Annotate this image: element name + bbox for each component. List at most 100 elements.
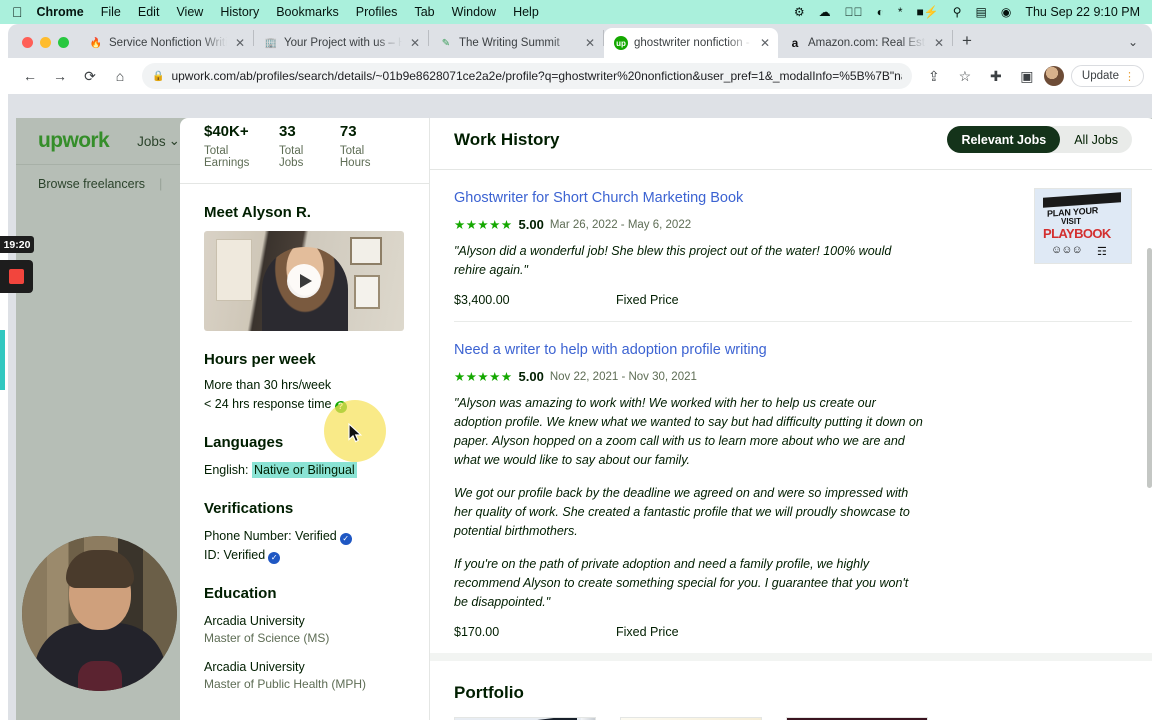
extensions-puzzle-icon[interactable]: ✚: [982, 62, 1010, 90]
menubar-item-file[interactable]: File: [101, 5, 121, 19]
thumb-people-icon: ☺☺☺: [1051, 244, 1083, 256]
job-money-row: $3,400.00 Fixed Price: [454, 293, 1132, 307]
stat-label: Total Earnings: [204, 145, 250, 169]
side-panel-icon[interactable]: ▣: [1013, 62, 1041, 90]
tab-strip: 🔥 Service Nonfiction Writing – Th ✕ 🏢 Yo…: [8, 24, 1152, 58]
menubar-item-bookmarks[interactable]: Bookmarks: [276, 5, 339, 19]
language-row: English: Native or Bilingual: [204, 461, 405, 480]
play-circle-icon[interactable]: ▶⃝: [845, 6, 863, 18]
hours-per-week-heading: Hours per week: [204, 351, 316, 368]
education-item: Arcadia University Master of Public Heal…: [204, 658, 405, 693]
verification-label: ID:: [204, 548, 220, 562]
kebab-menu-icon[interactable]: ⋮: [1124, 70, 1136, 83]
tab-title: ghostwriter nonfiction - Upwor: [634, 37, 752, 49]
menubar-item-history[interactable]: History: [220, 5, 259, 19]
browser-tab-2[interactable]: 🏢 Your Project with us – HotGho ✕: [254, 28, 428, 58]
stat-value: $40K+: [204, 123, 249, 140]
thumb-line-3: PLAYBOOK: [1043, 226, 1111, 241]
browser-tab-4-active[interactable]: up ghostwriter nonfiction - Upwor ✕: [604, 28, 778, 58]
verification-label: Phone Number:: [204, 529, 292, 543]
new-tab-button[interactable]: +: [953, 31, 981, 58]
education-school: Arcadia University: [204, 614, 305, 628]
tab-title: Service Nonfiction Writing – Th: [109, 37, 227, 49]
meet-freelancer-heading: Meet Alyson R.: [204, 204, 311, 221]
maximize-window-button[interactable]: [58, 37, 69, 48]
verified-check-icon: ✓: [268, 551, 281, 564]
menubar-item-edit[interactable]: Edit: [138, 5, 160, 19]
education-school: Arcadia University: [204, 660, 305, 674]
stat-label: Total Jobs: [279, 145, 304, 169]
work-history-title: Work History: [454, 129, 560, 149]
star-rating-icon: ★★★★★: [454, 218, 513, 232]
wifi-icon[interactable]: ◐: [877, 6, 884, 18]
home-button[interactable]: ⌂: [106, 62, 134, 90]
menubar-item-profiles[interactable]: Profiles: [356, 5, 398, 19]
tab-search-chevron-icon[interactable]: ⌄: [1128, 35, 1152, 58]
menubar-item-help[interactable]: Help: [513, 5, 539, 19]
flame-icon: 🔥: [89, 37, 103, 49]
job-dates: Mar 26, 2022 - May 6, 2022: [549, 218, 692, 231]
macos-menubar:  Chrome File Edit View History Bookmark…: [0, 0, 1152, 24]
apple-logo-icon[interactable]: : [12, 5, 23, 19]
stat-value: 33: [279, 123, 296, 140]
window-controls[interactable]: [16, 37, 79, 58]
menubar-item-view[interactable]: View: [176, 5, 203, 19]
cloud-icon[interactable]: ☁: [819, 6, 831, 18]
jobs-filter-toggle[interactable]: Relevant Jobs All Jobs: [947, 126, 1132, 153]
stop-recording-button[interactable]: [0, 260, 33, 293]
close-tab-icon[interactable]: ✕: [233, 36, 247, 50]
close-tab-icon[interactable]: ✕: [932, 36, 946, 50]
reload-button[interactable]: ⟳: [76, 62, 104, 90]
menubar-clock[interactable]: Thu Sep 22 9:10 PM: [1025, 5, 1140, 19]
tab-title: The Writing Summit: [459, 37, 560, 49]
profile-avatar[interactable]: [1043, 66, 1064, 86]
job-title-link[interactable]: Ghostwriter for Short Church Marketing B…: [454, 188, 1132, 208]
education-item: Arcadia University Master of Science (MS…: [204, 612, 405, 647]
chrome-window: 🔥 Service Nonfiction Writing – Th ✕ 🏢 Yo…: [8, 24, 1152, 720]
education-heading: Education: [204, 585, 277, 602]
back-button[interactable]: ←: [16, 62, 44, 90]
close-window-button[interactable]: [22, 37, 33, 48]
minimize-window-button[interactable]: [40, 37, 51, 48]
address-bar[interactable]: 🔒 upwork.com/ab/profiles/search/details/…: [142, 63, 912, 89]
share-icon[interactable]: ⇪: [920, 62, 948, 90]
job-title-link[interactable]: Need a writer to help with adoption prof…: [454, 340, 1132, 360]
tab-all-jobs[interactable]: All Jobs: [1060, 126, 1132, 153]
bookmark-star-icon[interactable]: ☆: [951, 62, 979, 90]
spotlight-search-icon[interactable]: ⚲: [953, 6, 962, 18]
portfolio-section: Portfolio AN YOUR PRAYING THROUGH MY: [430, 653, 1152, 720]
tab-relevant-jobs[interactable]: Relevant Jobs: [947, 126, 1061, 153]
verification-value: Verified: [223, 548, 266, 562]
portfolio-title: Portfolio: [454, 683, 524, 702]
close-tab-icon[interactable]: ✕: [758, 36, 772, 50]
update-button[interactable]: Update ⋮: [1070, 65, 1144, 87]
tab-title: Your Project with us – HotGho: [284, 37, 402, 49]
job-feedback: "Alyson was amazing to work with! We wor…: [454, 394, 924, 612]
building-icon: 🏢: [264, 37, 278, 49]
settings-gear-icon[interactable]: ⚙: [794, 6, 805, 18]
close-tab-icon[interactable]: ✕: [583, 36, 597, 50]
job-rating-value: 5.00: [518, 369, 544, 384]
close-tab-icon[interactable]: ✕: [408, 36, 422, 50]
job-thumbnail-playbook[interactable]: PLAN YOUR VISIT PLAYBOOK ☺☺☺ ☶: [1034, 188, 1132, 264]
menubar-item-chrome[interactable]: Chrome: [37, 5, 84, 19]
stat-value: 73: [339, 123, 357, 140]
control-center-icon[interactable]: ▤: [976, 6, 987, 18]
address-bar-url: upwork.com/ab/profiles/search/details/~0…: [171, 69, 902, 83]
intro-video-thumbnail[interactable]: [204, 231, 404, 331]
menubar-item-tab[interactable]: Tab: [414, 5, 434, 19]
siri-icon[interactable]: ◉: [1001, 6, 1011, 18]
browser-tab-1[interactable]: 🔥 Service Nonfiction Writing – Th ✕: [79, 28, 253, 58]
play-button-icon[interactable]: [287, 264, 321, 298]
webcam-overlay[interactable]: [22, 536, 177, 691]
forward-button[interactable]: →: [46, 62, 74, 90]
browser-tab-3[interactable]: ✎ The Writing Summit ✕: [429, 28, 603, 58]
browser-tab-5[interactable]: a Amazon.com: Real Estate Inve ✕: [778, 28, 952, 58]
menubar-item-window[interactable]: Window: [452, 5, 496, 19]
stat-total-jobs: 33 Total Jobs: [279, 122, 314, 169]
battery-charging-icon[interactable]: ■⚡: [917, 6, 939, 18]
feedback-paragraph: We got our profile back by the deadline …: [454, 486, 910, 538]
language-level-selected[interactable]: Native or Bilingual: [251, 462, 357, 478]
tab-title: Amazon.com: Real Estate Inve: [808, 37, 926, 49]
bluetooth-icon[interactable]: *: [898, 6, 903, 18]
